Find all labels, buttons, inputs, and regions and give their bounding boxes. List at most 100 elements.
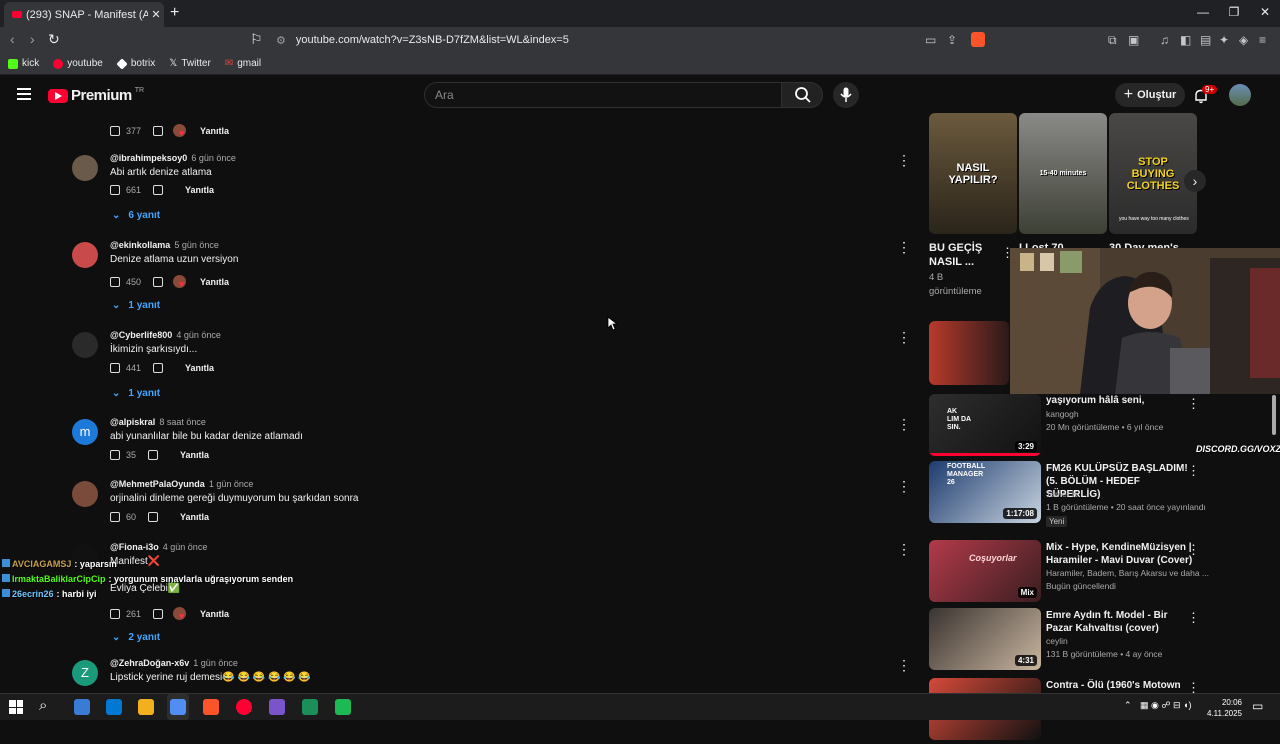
scrollbar-thumb[interactable] <box>1272 395 1276 435</box>
bookmark-icon[interactable]: ⚐ <box>250 31 263 48</box>
channel-name[interactable]: Tamer K. <box>1046 489 1080 499</box>
video-title[interactable]: Emre Aydın ft. Model - Bir Pazar Kahvalt… <box>1046 609 1196 635</box>
like-icon[interactable] <box>110 608 120 619</box>
tray-icons[interactable]: ▦ ◉ ☍ ⊟ ◖) <box>1140 700 1191 711</box>
reload-icon[interactable]: ↻ <box>48 31 60 48</box>
site-info-icon[interactable]: ⚙ <box>276 34 286 47</box>
dislike-icon[interactable] <box>153 185 164 195</box>
extensions-icon[interactable]: ⧉ <box>1108 33 1117 48</box>
taskbar-app-icon[interactable] <box>203 699 219 715</box>
dislike-icon[interactable] <box>153 125 164 136</box>
reply-button[interactable]: Yanıtla <box>180 512 209 522</box>
taskbar-app-icon[interactable] <box>269 699 285 715</box>
comment-menu-icon[interactable]: ⋮ <box>897 658 911 672</box>
bookmark-kick[interactable]: kick <box>8 58 39 69</box>
like-icon[interactable] <box>110 450 120 460</box>
comment-avatar[interactable] <box>72 155 98 181</box>
reply-button[interactable]: Yanıtla <box>180 450 209 460</box>
close-window-button[interactable]: ✕ <box>1250 5 1280 19</box>
video-thumbnail[interactable]: 4:31 <box>929 608 1041 670</box>
create-button[interactable]: + Oluştur <box>1115 83 1185 107</box>
taskbar-app-icon[interactable] <box>335 699 351 715</box>
comment-age[interactable]: 6 gün önce <box>191 153 236 163</box>
comment-avatar[interactable] <box>72 332 98 358</box>
recommended-video[interactable]: FOOTBALL MANAGER 26 1:17:08 FM26 KULÜPSÜZ … <box>929 461 1209 527</box>
shelf-thumbnail[interactable]: 15-40 minutes <box>1019 113 1107 234</box>
rec-thumbnail-partial[interactable] <box>929 321 1009 385</box>
reply-button[interactable]: Yanıtla <box>185 363 214 373</box>
comment-avatar[interactable] <box>72 481 98 507</box>
taskbar-search-icon[interactable]: ⌕ <box>39 697 47 714</box>
recommended-video[interactable]: 4:31 Emre Aydın ft. Model - Bir Pazar Kah… <box>929 608 1209 674</box>
comment-avatar[interactable]: Z <box>72 660 98 686</box>
channel-name[interactable]: kangogh <box>1046 409 1079 419</box>
comment-author[interactable]: @ZehraDoğan-x6v <box>110 658 189 668</box>
comment-age[interactable]: 4 gün önce <box>176 330 221 340</box>
video-thumbnail[interactable]: Coşuyorlar Mix <box>929 540 1041 602</box>
shelf-thumbnail[interactable]: NASIL YAPILIR? <box>929 113 1017 234</box>
taskbar-app-icon[interactable] <box>236 699 252 715</box>
start-button[interactable] <box>9 700 23 714</box>
video-title[interactable]: yaşıyorum hâlâ seni, <box>1046 394 1196 407</box>
comment-menu-icon[interactable]: ⋮ <box>897 153 911 167</box>
address-bar[interactable]: ⚙ youtube.com/watch?v=Z3sNB-D7fZM&list=W… <box>268 30 988 50</box>
like-icon[interactable] <box>110 276 120 287</box>
bookmark-gmail[interactable]: ✉ gmail <box>225 58 261 69</box>
video-thumbnail[interactable]: FOOTBALL MANAGER 26 1:17:08 <box>929 461 1041 523</box>
forward-icon[interactable]: › <box>30 31 35 47</box>
comment-avatar[interactable] <box>72 242 98 268</box>
view-replies-button[interactable]: ⌄ 2 yanıt <box>112 632 160 643</box>
comment-age[interactable]: 5 gün önce <box>174 240 219 250</box>
restore-button[interactable]: ❐ <box>1219 5 1249 19</box>
tray-chevron-icon[interactable]: ⌃ <box>1124 700 1132 711</box>
comment-menu-icon[interactable]: ⋮ <box>897 417 911 431</box>
video-title[interactable]: Mix - Hype, KendineMüzisyen | Haramiler … <box>1046 541 1196 567</box>
channel-name[interactable]: Haramiler, Badem, Barış Akarsu ve daha .… <box>1046 568 1209 578</box>
back-icon[interactable]: ‹ <box>10 31 15 47</box>
new-tab-button[interactable]: + <box>170 4 179 22</box>
youtube-premium-logo[interactable]: Premium TR <box>48 87 144 104</box>
browser-tab[interactable]: (293) SNAP - Manifest (Ai Ar ✕ <box>4 2 164 27</box>
vpn-icon[interactable]: ◈ <box>1239 33 1248 47</box>
menu-icon[interactable]: ≡ <box>1259 33 1266 47</box>
comment-author[interactable]: @MehmetPalaOyunda <box>110 479 205 489</box>
comment-age[interactable]: 8 saat önce <box>159 417 206 427</box>
wallet-card-icon[interactable]: ▤ <box>1200 33 1211 47</box>
dislike-icon[interactable] <box>153 363 164 373</box>
comment-author[interactable]: @Fiona-i3o <box>110 542 159 552</box>
video-thumbnail[interactable]: AK LIM DA SIN. 3:29 <box>929 394 1041 456</box>
taskbar-app-icon[interactable] <box>138 699 154 715</box>
recommended-video[interactable]: Coşuyorlar Mix Mix - Hype, KendineMüzisyen… <box>929 540 1209 606</box>
video-menu-icon[interactable]: ⋮ <box>1187 542 1200 558</box>
taskbar-app-icon[interactable] <box>302 699 318 715</box>
comment-age[interactable]: 1 gün önce <box>193 658 238 668</box>
view-replies-button[interactable]: ⌄ 1 yanıt <box>112 300 160 311</box>
comment-author[interactable]: @alpiskral <box>110 417 155 427</box>
like-icon[interactable] <box>110 363 120 373</box>
share-icon[interactable]: ⇪ <box>947 33 957 47</box>
taskbar-app-icon[interactable] <box>74 699 90 715</box>
taskbar-app-icon[interactable] <box>106 699 122 715</box>
dislike-icon[interactable] <box>148 450 159 460</box>
comment-menu-icon[interactable]: ⋮ <box>897 542 911 556</box>
cast-icon[interactable]: ▭ <box>925 33 936 47</box>
reply-button[interactable]: Yanıtla <box>200 609 229 619</box>
video-menu-icon[interactable]: ⋮ <box>1187 610 1200 626</box>
comment-menu-icon[interactable]: ⋮ <box>897 330 911 344</box>
like-icon[interactable] <box>110 512 120 522</box>
comment-author[interactable]: @ibrahimpeksoy0 <box>110 153 187 163</box>
tab-close-icon[interactable]: ✕ <box>148 8 164 21</box>
minimize-button[interactable]: — <box>1188 5 1218 19</box>
comment-age[interactable]: 4 gün önce <box>163 542 208 552</box>
shelf-thumbnail[interactable]: STOP BUYING CLOTHES you have way too many… <box>1109 113 1197 234</box>
shelf-next-button[interactable]: › <box>1184 170 1206 192</box>
account-avatar[interactable] <box>1229 84 1251 106</box>
sidebar-icon[interactable]: ◧ <box>1180 33 1191 47</box>
comment-age[interactable]: 1 gün önce <box>209 479 254 489</box>
reply-button[interactable]: Yanıtla <box>185 185 214 195</box>
notification-center-icon[interactable]: ▭ <box>1252 699 1263 713</box>
reply-button[interactable]: Yanıtla <box>200 126 229 136</box>
wallet-icon[interactable]: ▣ <box>1128 33 1139 47</box>
comment-menu-icon[interactable]: ⋮ <box>897 240 911 254</box>
view-replies-button[interactable]: ⌄ 1 yanıt <box>112 388 160 399</box>
